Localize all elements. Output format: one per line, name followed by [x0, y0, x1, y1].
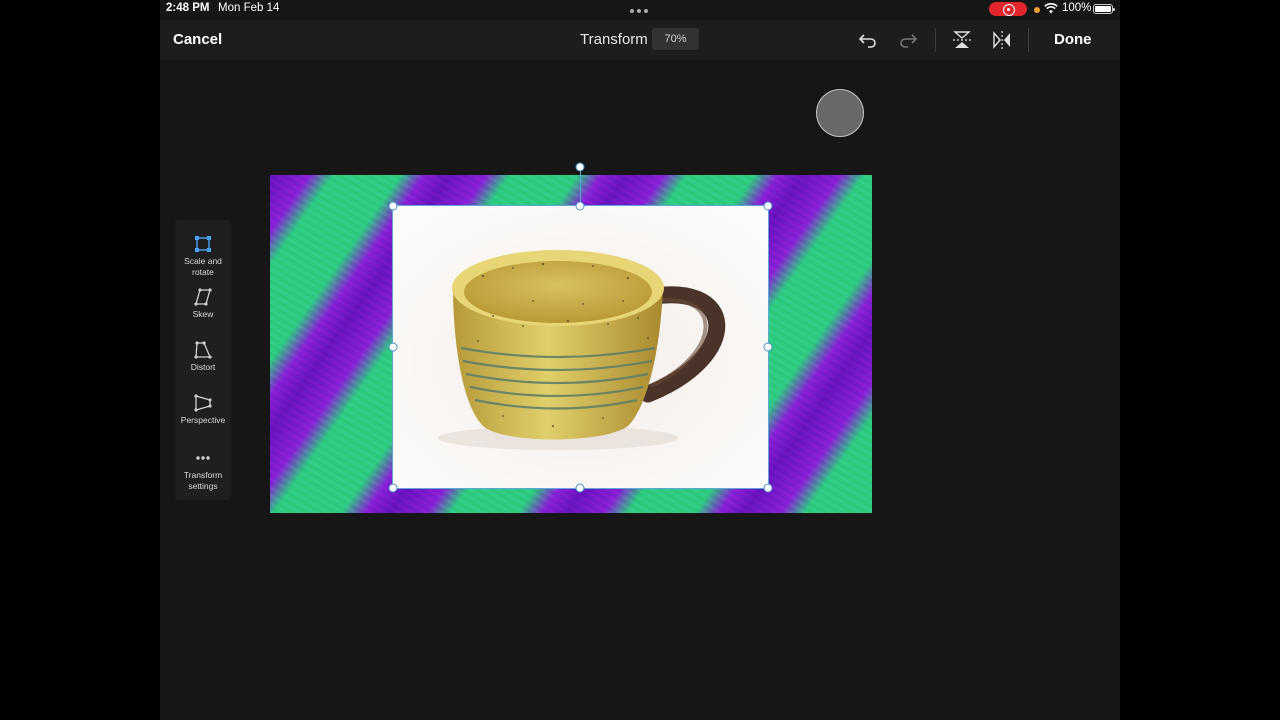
app-screen: 2:48 PM Mon Feb 14 100% Cancel Transform…	[160, 0, 1120, 720]
tool-scale-and-rotate[interactable]: Scale and rotate	[175, 234, 231, 277]
status-time: 2:48 PM	[166, 2, 210, 14]
skew-icon	[194, 288, 212, 306]
tool-label: Perspective	[180, 415, 226, 425]
battery-icon	[1093, 4, 1115, 14]
resize-handle-top[interactable]	[575, 201, 585, 211]
mug-photo	[393, 206, 768, 488]
selected-layer-image[interactable]	[392, 205, 769, 489]
tool-label: Skew	[192, 309, 214, 319]
wifi-icon	[1044, 3, 1058, 14]
battery-percent: 100%	[1062, 2, 1092, 14]
touch-indicator	[816, 89, 864, 137]
done-button[interactable]: Done	[1054, 31, 1092, 48]
tool-distort[interactable]: Distort	[175, 340, 231, 373]
rotate-handle[interactable]	[575, 162, 585, 172]
resize-handle-top-left[interactable]	[388, 201, 398, 211]
more-icon	[196, 456, 210, 460]
resize-handle-left[interactable]	[388, 342, 398, 352]
undo-icon[interactable]	[857, 29, 879, 51]
flip-vertical-icon[interactable]	[951, 29, 973, 51]
tool-skew[interactable]: Skew	[175, 287, 231, 320]
resize-handle-bottom-left[interactable]	[388, 483, 398, 493]
top-toolbar: Cancel Transform 70% Done	[160, 20, 1120, 60]
zoom-level-badge[interactable]: 70%	[652, 28, 699, 50]
multitasking-icon[interactable]	[630, 9, 648, 13]
status-bar: 2:48 PM Mon Feb 14 100%	[160, 0, 1120, 18]
redo-icon[interactable]	[897, 29, 919, 51]
transform-tool-panel: Scale and rotate Skew Distort Perspectiv…	[175, 220, 231, 500]
tool-label: Distort	[190, 362, 216, 372]
flip-horizontal-icon[interactable]	[991, 29, 1013, 51]
tool-label: Transform settings	[183, 470, 223, 491]
tool-perspective[interactable]: Perspective	[175, 393, 231, 426]
resize-handle-bottom-right[interactable]	[763, 483, 773, 493]
distort-icon	[194, 341, 212, 359]
cancel-button[interactable]: Cancel	[173, 31, 222, 48]
tool-label: Scale and rotate	[184, 256, 222, 277]
scale-rotate-icon	[195, 236, 211, 252]
toolbar-title: Transform	[580, 31, 648, 48]
screen-recording-icon[interactable]	[989, 2, 1027, 16]
status-date: Mon Feb 14	[218, 2, 280, 14]
resize-handle-bottom[interactable]	[575, 483, 585, 493]
resize-handle-right[interactable]	[763, 342, 773, 352]
perspective-icon	[194, 394, 212, 412]
tool-transform-settings[interactable]: Transform settings	[175, 448, 231, 491]
resize-handle-top-right[interactable]	[763, 201, 773, 211]
microphone-indicator-icon	[1034, 7, 1040, 13]
